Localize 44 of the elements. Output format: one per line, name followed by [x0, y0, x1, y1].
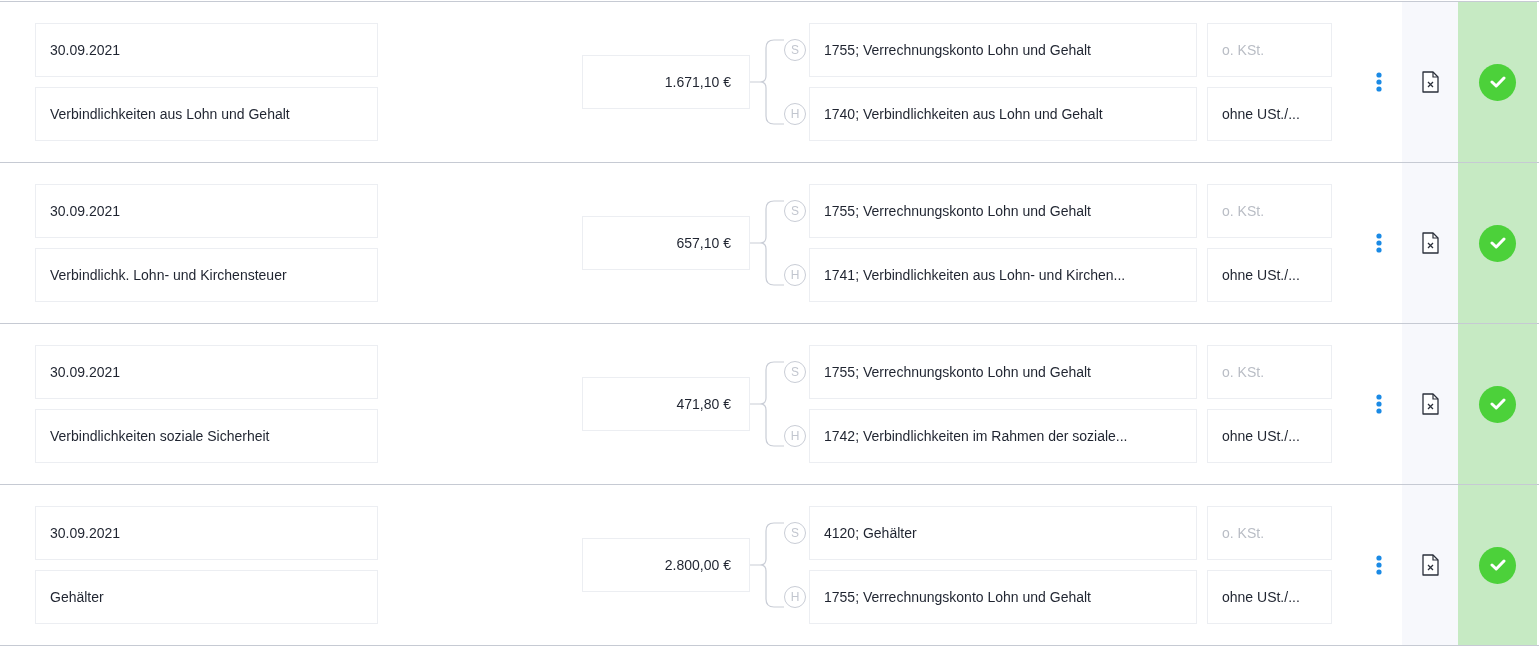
- confirm-check-icon[interactable]: [1479, 63, 1516, 101]
- account-field[interactable]: 1755; Verrechnungskonto Lohn und Gehalt: [809, 184, 1197, 238]
- tax-field[interactable]: ohne USt./...: [1207, 570, 1332, 624]
- document-x-icon[interactable]: [1421, 232, 1439, 254]
- account-field[interactable]: 1755; Verrechnungskonto Lohn und Gehalt: [809, 345, 1197, 399]
- confirm-check-icon[interactable]: [1479, 546, 1516, 584]
- more-menu-icon[interactable]: [1376, 394, 1382, 414]
- description-field[interactable]: Verbindlichk. Lohn- und Kirchensteuer: [35, 248, 378, 302]
- document-x-icon[interactable]: [1421, 554, 1439, 576]
- tax-field[interactable]: ohne USt./...: [1207, 409, 1332, 463]
- confirm-check-icon[interactable]: [1479, 385, 1516, 423]
- credit-marker: H: [784, 586, 806, 608]
- credit-marker: H: [784, 425, 806, 447]
- debit-marker: S: [784, 522, 806, 544]
- amount-field[interactable]: 657,10 €: [582, 216, 750, 270]
- amount-field[interactable]: 1.671,10 €: [582, 55, 750, 109]
- description-field[interactable]: Verbindlichkeiten aus Lohn und Gehalt: [35, 87, 378, 141]
- date-field[interactable]: 30.09.2021: [35, 506, 378, 560]
- more-menu-icon[interactable]: [1376, 555, 1382, 575]
- document-x-icon[interactable]: [1421, 393, 1439, 415]
- amount-field[interactable]: 2.800,00 €: [582, 538, 750, 592]
- debit-marker: S: [784, 361, 806, 383]
- account-field[interactable]: 1755; Verrechnungskonto Lohn und Gehalt: [809, 570, 1197, 624]
- debit-marker: S: [784, 200, 806, 222]
- account-field[interactable]: 1741; Verbindlichkeiten aus Lohn- und Kirchen...: [809, 248, 1197, 302]
- account-field[interactable]: 1742; Verbindlichkeiten im Rahmen der soziale...: [809, 409, 1197, 463]
- more-menu-icon[interactable]: [1376, 72, 1382, 92]
- tax-field[interactable]: ohne USt./...: [1207, 248, 1332, 302]
- account-field[interactable]: 1740; Verbindlichkeiten aus Lohn und Gehalt: [809, 87, 1197, 141]
- document-x-icon[interactable]: [1421, 71, 1439, 93]
- date-field[interactable]: 30.09.2021: [35, 184, 378, 238]
- account-field[interactable]: 4120; Gehälter: [809, 506, 1197, 560]
- more-menu-icon[interactable]: [1376, 233, 1382, 253]
- confirm-check-icon[interactable]: [1479, 224, 1516, 262]
- description-field[interactable]: Gehälter: [35, 570, 378, 624]
- credit-marker: H: [784, 264, 806, 286]
- tax-field[interactable]: ohne USt./...: [1207, 87, 1332, 141]
- amount-field[interactable]: 471,80 €: [582, 377, 750, 431]
- description-field[interactable]: Verbindlichkeiten soziale Sicherheit: [35, 409, 378, 463]
- date-field[interactable]: 30.09.2021: [35, 23, 378, 77]
- credit-marker: H: [784, 103, 806, 125]
- debit-marker: S: [784, 39, 806, 61]
- date-field[interactable]: 30.09.2021: [35, 345, 378, 399]
- account-field[interactable]: 1755; Verrechnungskonto Lohn und Gehalt: [809, 23, 1197, 77]
